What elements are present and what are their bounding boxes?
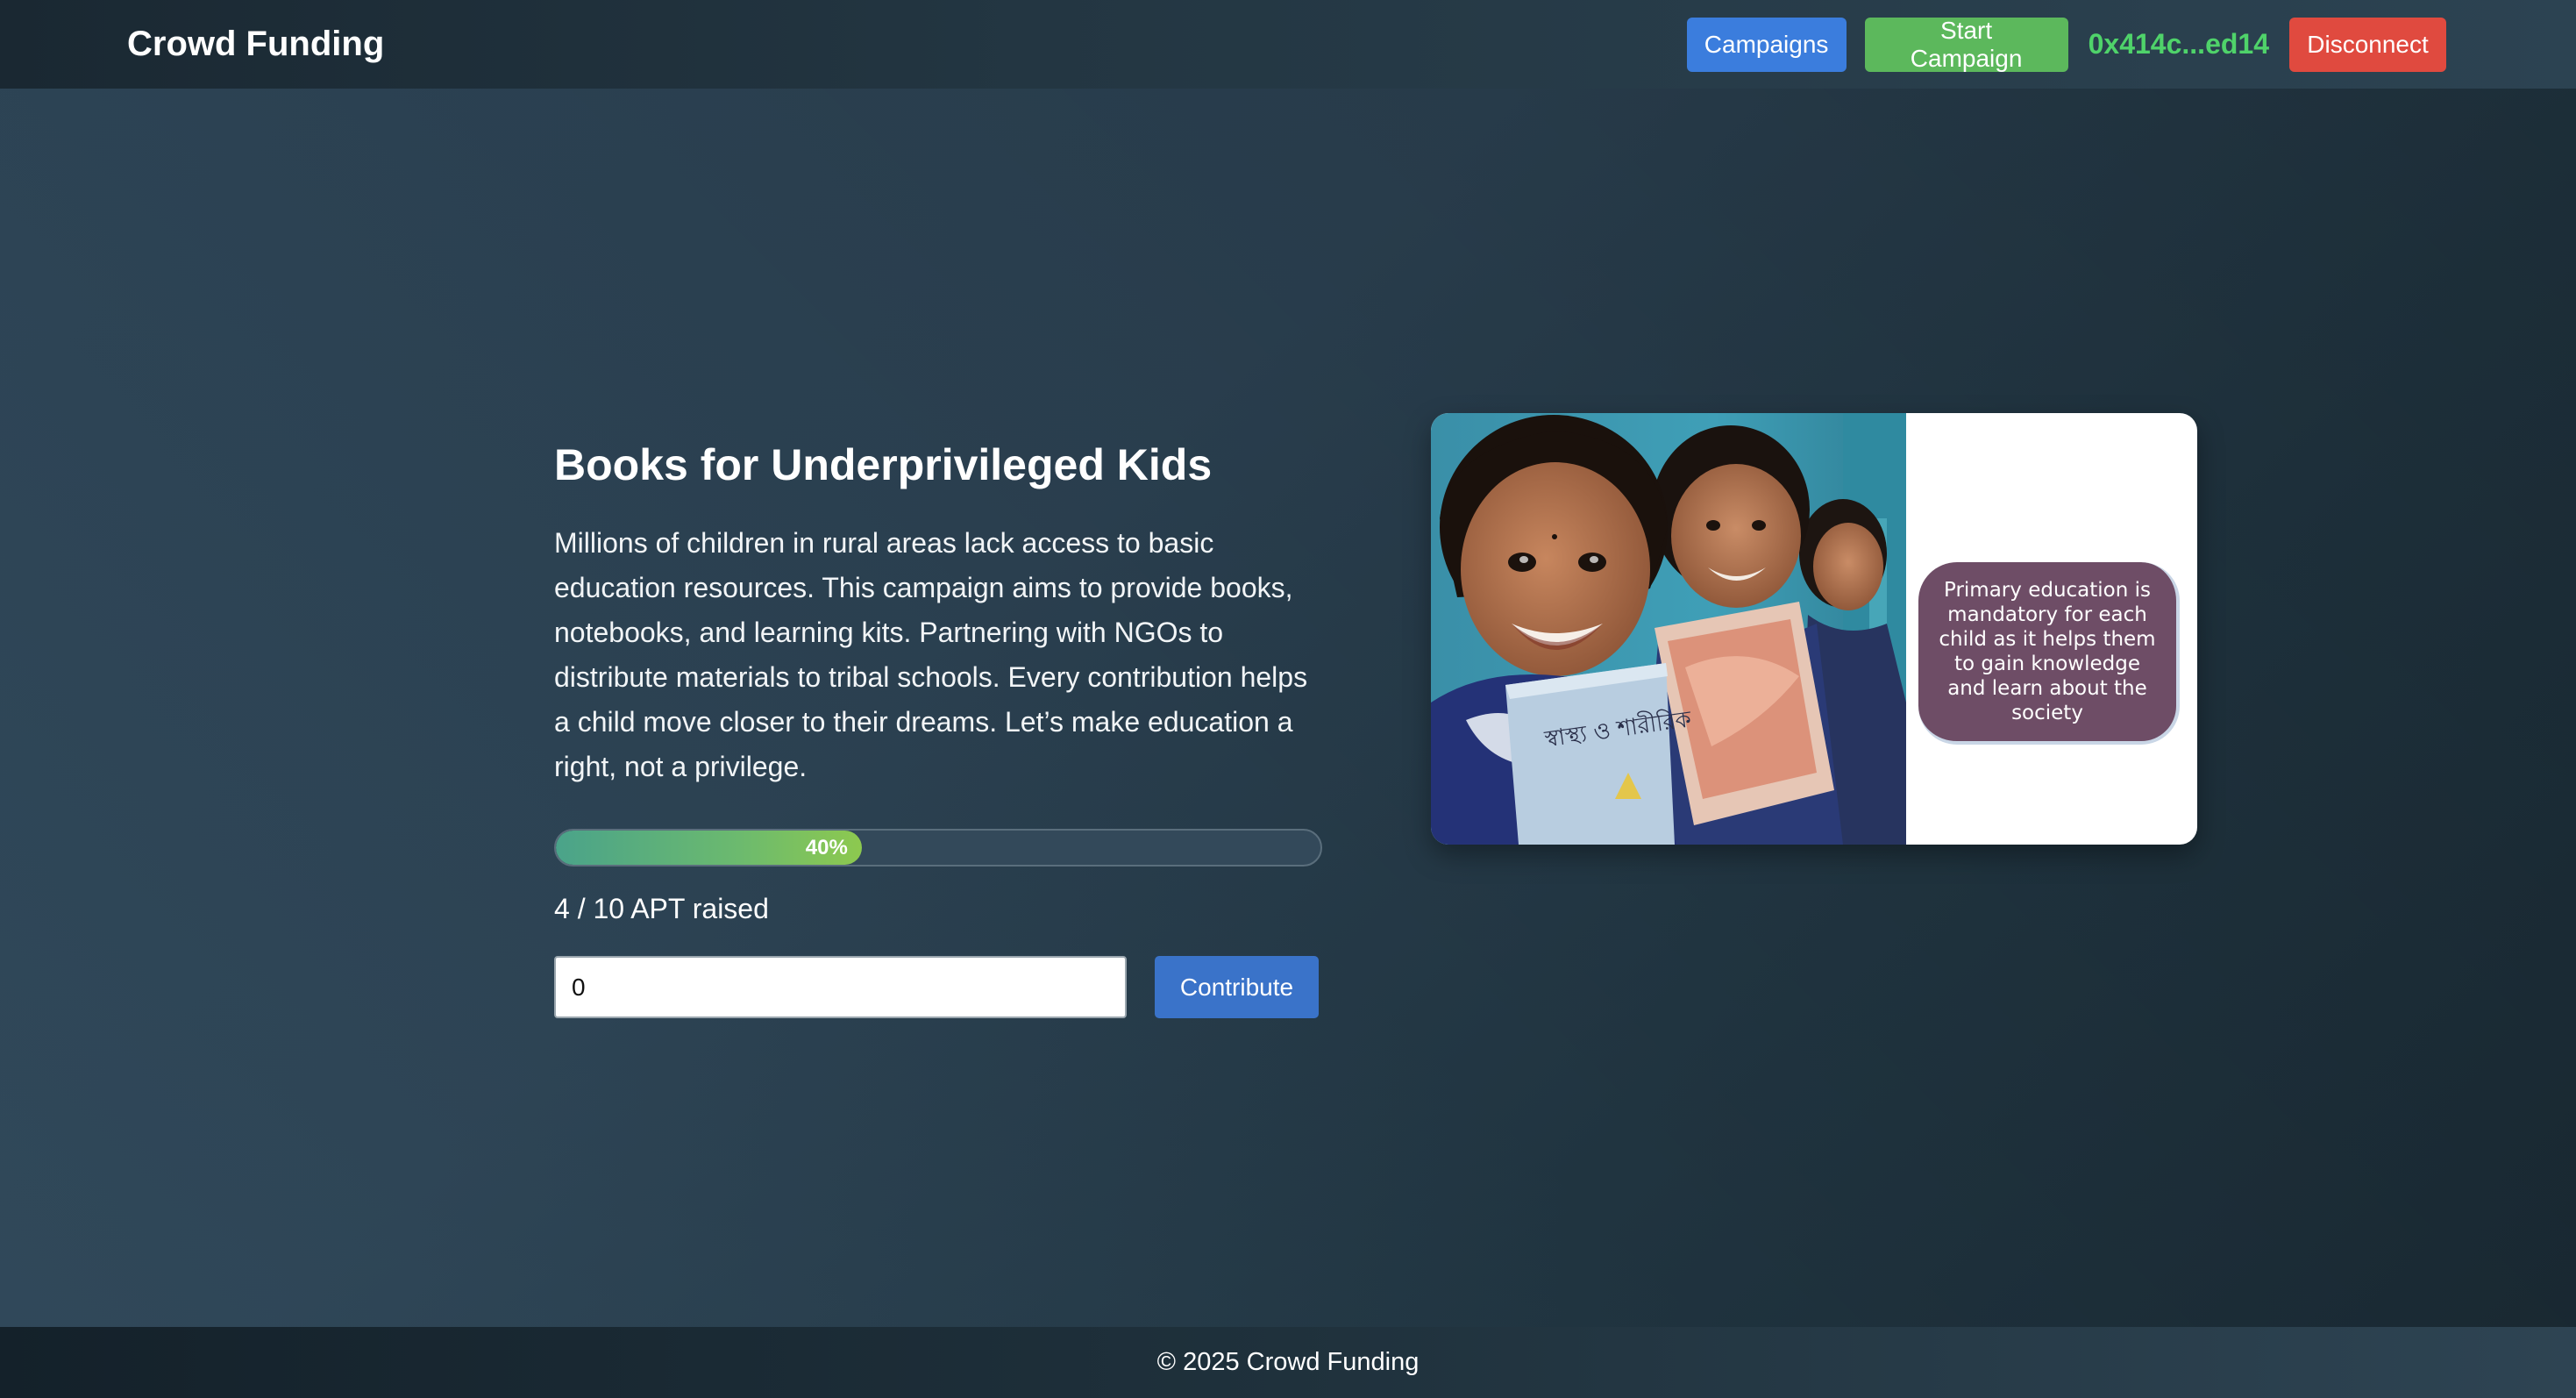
quote-bubble: Primary education is mandatory for each … xyxy=(1918,562,2180,745)
brand-title: Crowd Funding xyxy=(127,25,385,63)
navbar-actions: Campaigns Start Campaign 0x414c...ed14 D… xyxy=(1686,0,2446,89)
funding-progress-label: 40% xyxy=(805,835,848,859)
funding-progress-fill: 40% xyxy=(556,831,862,865)
disconnect-button[interactable]: Disconnect xyxy=(2289,17,2446,72)
campaigns-button[interactable]: Campaigns xyxy=(1686,17,1847,72)
start-campaign-button[interactable]: Start Campaign xyxy=(1864,17,2068,72)
wallet-address: 0x414c...ed14 xyxy=(2088,28,2269,60)
footer-copyright: © 2025 Crowd Funding xyxy=(1156,1348,1420,1376)
campaign-image: স্বাস্থ্য ও শারীরিক Primary education is… xyxy=(1431,413,2197,845)
footer: © 2025 Crowd Funding xyxy=(0,1327,2576,1398)
campaign-description: Millions of children in rural areas lack… xyxy=(554,527,1308,782)
funding-progress-bar: 40% xyxy=(554,829,1322,867)
children-with-books-photo: স্বাস্থ্য ও শারীরিক xyxy=(1431,413,1906,845)
contribute-button[interactable]: Contribute xyxy=(1155,956,1319,1018)
raised-amount: 4 / 10 APT raised xyxy=(554,893,769,924)
navbar: Crowd Funding Campaigns Start Campaign 0… xyxy=(0,0,2576,89)
campaign-title: Books for Underprivileged Kids xyxy=(554,440,1213,489)
contribution-amount-input[interactable] xyxy=(554,956,1127,1018)
campaign-info: Books for Underprivileged Kids Millions … xyxy=(554,439,1324,789)
quote-bubble-text: Primary education is mandatory for each … xyxy=(1939,579,2156,724)
